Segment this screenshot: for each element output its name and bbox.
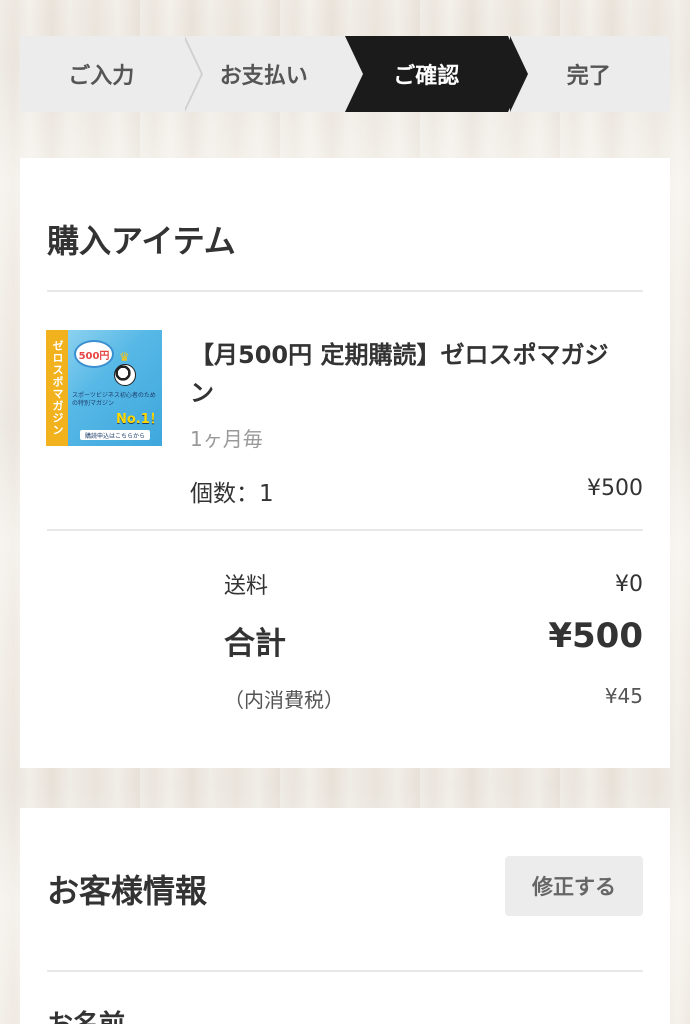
purchase-items-title: 購入アイテム	[47, 222, 236, 260]
thumbnail-tagline: スポーツビジネス初心者のための特別マガジン	[72, 392, 156, 407]
divider	[47, 970, 643, 972]
checkout-steps: ご入力 お支払い ご確認 完了	[20, 36, 670, 112]
step-input: ご入力	[20, 36, 202, 112]
divider	[47, 529, 643, 531]
step-complete: 完了	[507, 36, 670, 112]
step-confirm: ご確認	[345, 36, 527, 112]
total-value: ¥500	[548, 616, 643, 656]
item-price: ¥500	[587, 476, 643, 501]
customer-info-card: お客様情報 修正する お名前	[20, 808, 670, 1024]
step-payment: お支払い	[182, 36, 365, 112]
product-thumbnail: ゼロスポマガジン 500円 ♛ スポーツビジネス初心者のための特別マガジン No…	[46, 330, 162, 446]
edit-customer-button[interactable]: 修正する	[505, 856, 643, 916]
item-name: 【月500円 定期購読】ゼロスポマガジン	[190, 341, 609, 407]
total-label: 合計	[224, 626, 286, 662]
crown-icon: ♛	[119, 350, 130, 364]
soccer-ball-icon	[114, 364, 136, 386]
customer-info-title: お客様情報	[47, 872, 208, 910]
thumbnail-cta: 購読申込はこちらから	[80, 430, 150, 440]
step-confirm-label: ご確認	[393, 64, 460, 89]
tax-label: （内消費税）	[224, 688, 344, 712]
purchase-items-card: 購入アイテム ゼロスポマガジン 500円 ♛ スポーツビジネス初心者のための特別…	[20, 158, 670, 768]
shipping-label: 送料	[224, 574, 269, 599]
step-input-label: ご入力	[68, 64, 135, 89]
item-quantity: 個数：1	[190, 481, 274, 507]
shipping-value: ¥0	[615, 572, 643, 597]
coin-badge: 500円	[74, 340, 114, 368]
divider	[47, 290, 643, 292]
thumbnail-badge: No.1！	[116, 412, 162, 427]
item-frequency: 1ヶ月毎	[190, 427, 263, 451]
name-label: お名前	[47, 1004, 125, 1024]
step-payment-label: お支払い	[219, 64, 308, 89]
step-complete-label: 完了	[566, 64, 611, 89]
thumbnail-stripe-text: ゼロスポマガジン	[46, 330, 68, 446]
tax-value: ¥45	[604, 684, 643, 708]
